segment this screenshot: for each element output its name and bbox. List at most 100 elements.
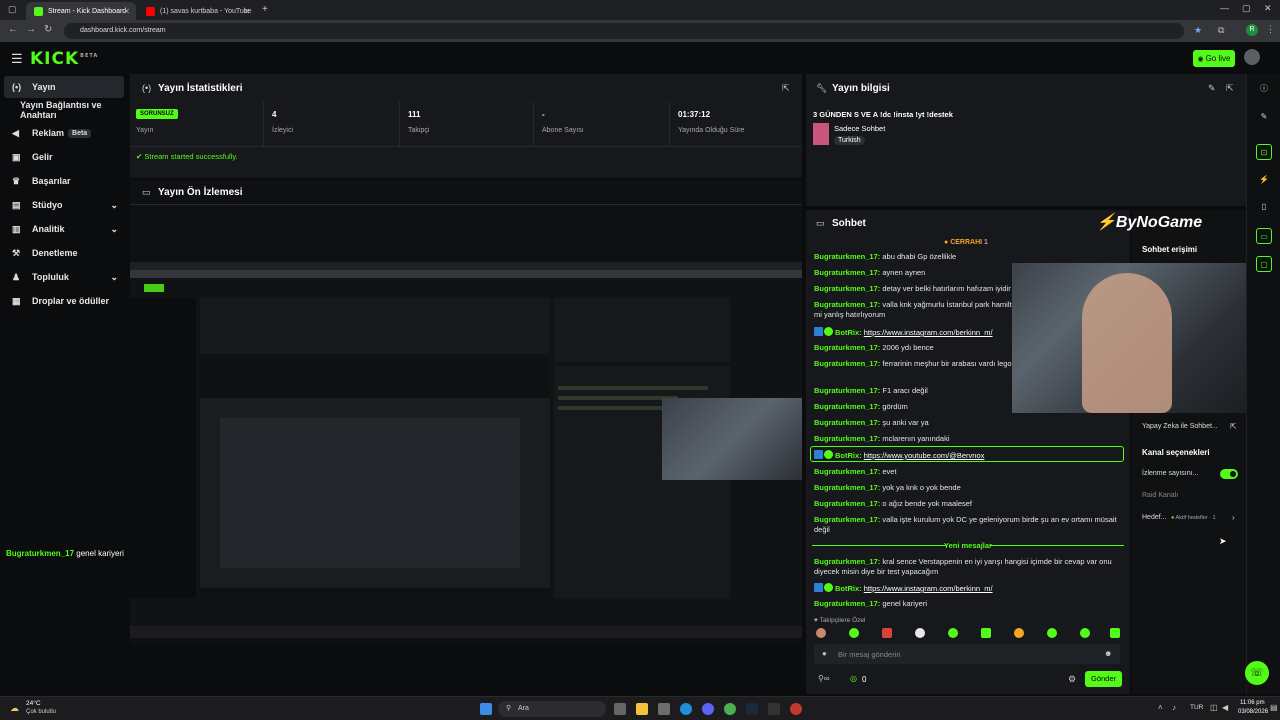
panel-toggle-icon[interactable]: ▢ [1256, 256, 1272, 272]
external-link-icon[interactable]: ⇱ [1230, 422, 1237, 431]
chat-user[interactable]: Bugraturkmen_17 [814, 284, 878, 293]
sidebar-item-yayin[interactable]: (•) Yayın [4, 76, 124, 98]
chat-user[interactable]: BotRix [835, 328, 859, 337]
chat-user[interactable]: Bugraturkmen_17 [814, 483, 878, 492]
tab-kick-dashboard[interactable]: Stream - Kick Dashboard ✕ [26, 2, 136, 20]
clock-time[interactable]: 11:06 pm [1240, 700, 1265, 706]
chat-toggle-icon[interactable]: ▭ [1256, 228, 1272, 244]
emote-icon[interactable] [981, 628, 991, 638]
notification-icon[interactable]: ▤ [1270, 703, 1278, 712]
maximize-icon[interactable]: ▢ [1242, 3, 1251, 14]
chat-user[interactable]: Bugraturkmen_17 [814, 402, 878, 411]
emote-icon[interactable] [1110, 628, 1120, 638]
tray-chevron-icon[interactable]: ˄ [1158, 703, 1163, 712]
stream-preview-video[interactable] [130, 262, 802, 638]
network-icon[interactable]: ◫ [1210, 703, 1218, 712]
browser-menu-icon[interactable]: ⋮ [1266, 24, 1275, 35]
window-close-icon[interactable]: ✕ [1264, 3, 1272, 14]
support-chat-icon[interactable]: ☏ [1245, 661, 1269, 685]
gear-icon[interactable]: ⚙ [1068, 674, 1076, 685]
obs-icon[interactable] [790, 703, 802, 715]
chat-user[interactable]: Bugraturkmen_17 [814, 599, 878, 608]
kick-logo[interactable]: KICKBETA [30, 49, 98, 69]
clock-date[interactable]: 03/08/2026 [1238, 709, 1268, 715]
emoji-icon[interactable]: ☻ [1104, 649, 1112, 658]
sidebar-item-stream-key[interactable]: Yayın Bağlantısı ve Anahtarı [4, 99, 124, 121]
hamburger-menu-icon[interactable]: ☰ [11, 51, 23, 67]
edge-icon[interactable] [680, 703, 692, 715]
discord-icon[interactable] [702, 703, 714, 715]
send-button[interactable]: Gönder [1085, 671, 1122, 687]
chat-user[interactable]: Bugraturkmen_17 [814, 300, 878, 309]
emote-icon[interactable] [849, 628, 859, 638]
chat-user[interactable]: Bugraturkmen_17 [814, 467, 878, 476]
tab-menu-icon[interactable]: ▢ [8, 4, 17, 15]
url-input[interactable]: dashboard.kick.com/stream [64, 23, 1184, 39]
viewer-count-toggle[interactable] [1220, 469, 1238, 479]
windows-start-icon[interactable] [480, 703, 492, 715]
chat-user[interactable]: Bugraturkmen_17 [814, 515, 878, 524]
sidebar-item-studyo[interactable]: ▤ Stüdyo ⌄ [4, 194, 124, 216]
emote-icon[interactable] [948, 628, 958, 638]
pen-icon[interactable]: ✎ [1256, 109, 1272, 125]
close-icon[interactable]: ✕ [123, 7, 130, 16]
chat-user[interactable]: Bugraturkmen_17 [814, 252, 878, 261]
epic-icon[interactable] [768, 703, 780, 715]
popout-icon[interactable]: ⇱ [782, 83, 790, 94]
emote-icon[interactable] [1047, 628, 1057, 638]
mod-tools-icon[interactable]: ⚲∞ [818, 674, 830, 683]
file-explorer-icon[interactable] [636, 703, 648, 715]
target-icon[interactable]: ⊡ [1256, 144, 1272, 160]
sidebar-item-denetleme[interactable]: ⚒ Denetleme [4, 242, 124, 264]
mic-icon[interactable]: ♪ [1172, 703, 1176, 712]
sidebar-item-gelir[interactable]: ▣ Gelir [4, 146, 124, 168]
extensions-icon[interactable]: ⧉ [1218, 25, 1224, 36]
chat-user[interactable]: Bugraturkmen_17 [814, 499, 878, 508]
sidebar-item-topluluk[interactable]: ♟ Topluluk ⌄ [4, 266, 124, 288]
emote-icon[interactable] [816, 628, 826, 638]
sidebar-item-reklam[interactable]: ◀ Reklam Beta [4, 122, 124, 144]
active-targets[interactable]: ● Aktif hedefler · 1 [1171, 515, 1216, 521]
ai-chat-link[interactable]: Yapay Zeka ile Sohbet... [1142, 423, 1218, 430]
chat-user[interactable]: Bugraturkmen_17 [814, 557, 878, 566]
bookmark-star-icon[interactable]: ★ [1194, 25, 1202, 36]
go-live-button[interactable]: ◉ Go live [1193, 50, 1235, 67]
taskbar-search[interactable]: ⚲ Ara [498, 701, 606, 717]
popout-icon[interactable]: ⇱ [1226, 83, 1234, 94]
emote-icon[interactable] [915, 628, 925, 638]
chat-input[interactable]: ● Bir mesaj gönderin ☻ [814, 644, 1120, 664]
store-icon[interactable] [658, 703, 670, 715]
steam-icon[interactable] [746, 703, 758, 715]
edit-icon[interactable]: ✎ [1208, 83, 1216, 94]
forward-icon[interactable]: → [26, 24, 36, 35]
chat-user[interactable]: BotRix [835, 584, 859, 593]
chevron-right-icon[interactable]: › [1232, 513, 1235, 522]
reload-icon[interactable]: ↻ [44, 24, 52, 35]
user-avatar[interactable] [1244, 49, 1260, 65]
chat-link[interactable]: https://www.instagram.com/berkinn_m/ [864, 328, 993, 337]
chat-link[interactable]: https://www.youtube.com/@Bervnox [864, 451, 985, 460]
new-tab-icon[interactable]: + [262, 4, 268, 15]
emote-icon[interactable] [1014, 628, 1024, 638]
sidebar-item-droplar[interactable]: ▦ Droplar ve ödüller [4, 290, 124, 312]
chrome-icon[interactable] [724, 703, 736, 715]
chat-user[interactable]: Bugraturkmen_17 [814, 418, 878, 427]
lightning-icon[interactable]: ⚡ [1256, 172, 1272, 188]
chat-user[interactable]: BotRix [835, 451, 859, 460]
sidebar-item-basarilar[interactable]: ♛ Başarılar [4, 170, 124, 192]
chat-user[interactable]: Bugraturkmen_17 [814, 386, 878, 395]
language-indicator[interactable]: TUR [1190, 704, 1203, 711]
chat-user[interactable]: Bugraturkmen_17 [814, 268, 878, 277]
chat-link[interactable]: https://www.instagram.com/berkinn_m/ [864, 584, 993, 593]
sidebar-item-analitik[interactable]: ▥ Analitik ⌄ [4, 218, 124, 240]
emote-icon[interactable] [1080, 628, 1090, 638]
profile-avatar[interactable]: R [1246, 24, 1258, 36]
chat-user[interactable]: Bugraturkmen_17 [814, 343, 878, 352]
emote-icon[interactable] [882, 628, 892, 638]
chat-user[interactable]: Bugraturkmen_17 [814, 359, 878, 368]
trash-icon[interactable]: ▯ [1256, 199, 1272, 215]
task-view-icon[interactable] [614, 703, 626, 715]
tab-youtube[interactable]: (1) savas kurtbaba - YouTube ✕ [138, 2, 256, 20]
minimize-icon[interactable]: — [1220, 3, 1229, 13]
volume-icon[interactable]: ◀ [1222, 703, 1228, 712]
